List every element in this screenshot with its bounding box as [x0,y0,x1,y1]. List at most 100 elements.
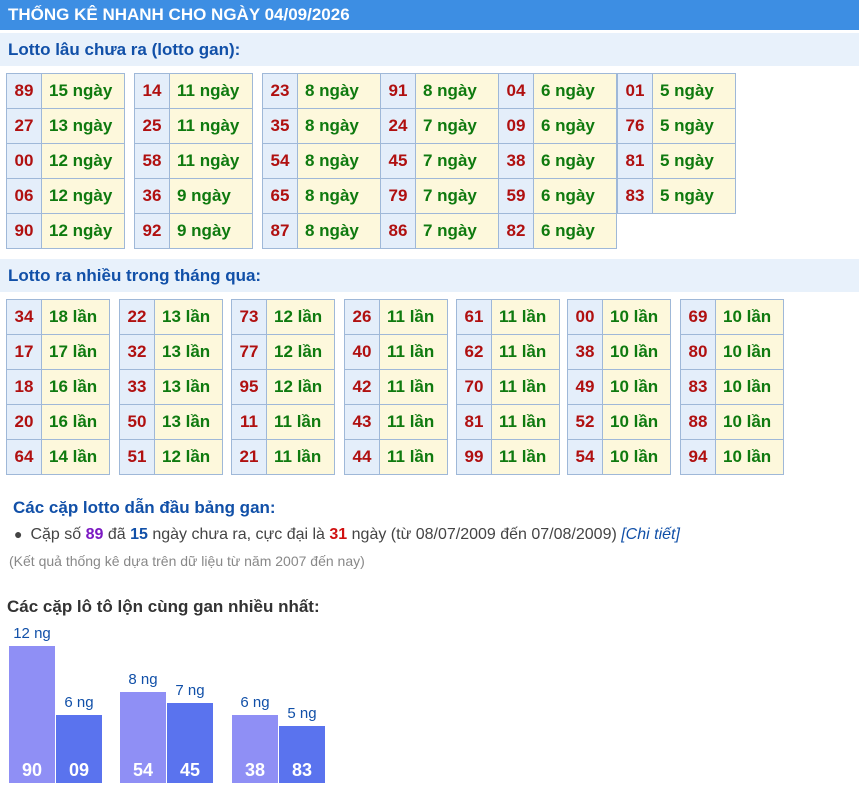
lotto-number: 69 [680,299,716,335]
lotto-count: 5 ngày [652,143,736,179]
table-row: 59 6 ngày [498,178,617,214]
lotto-count: 11 lần [379,299,448,335]
lotto-count: 6 ngày [533,73,617,109]
lotto-count: 18 lần [41,299,110,335]
table-row: 20 16 lần [6,404,110,440]
lotto-number: 00 [6,143,42,179]
lotto-number: 61 [456,299,492,335]
bar-label: 90 [21,760,43,780]
lotto-count: 10 lần [715,404,784,440]
lotto-number: 27 [6,108,42,144]
lotto-count: 10 lần [715,334,784,370]
lotto-number: 76 [617,108,653,144]
table-row: 24 7 ngày [380,108,499,144]
lotto-count: 14 lần [41,439,110,475]
lotto-number: 81 [617,143,653,179]
gan-table: 01 5 ngày 76 5 ngày 81 5 ngày 83 5 ngày [617,73,736,214]
lotto-count: 11 lần [491,369,560,405]
lotto-count: 12 ngày [41,213,125,249]
table-row: 92 9 ngày [134,213,253,249]
lotto-count: 11 lần [491,439,560,475]
lotto-number: 82 [498,213,534,249]
lotto-number: 36 [134,178,170,214]
table-row: 06 12 ngày [6,178,125,214]
table-row: 83 5 ngày [617,178,736,214]
leader-text-2: đã [103,526,131,543]
lotto-count: 7 ngày [415,143,499,179]
lotto-number: 62 [456,334,492,370]
table-row: 89 15 ngày [6,73,125,109]
table-row: 34 18 lần [6,299,110,335]
lotto-number: 09 [498,108,534,144]
bar-label: 83 [291,760,313,780]
lotto-count: 13 lần [154,334,223,370]
freq-table: 69 10 lần 80 10 lần 83 10 lần 88 10 lần 94 10 lần [680,299,784,475]
table-row: 52 10 lần [567,404,671,440]
lotto-number: 40 [344,334,380,370]
lotto-count: 9 ngày [169,178,253,214]
lotto-count: 8 ngày [297,178,381,214]
table-row: 26 11 lần [344,299,448,335]
lotto-number: 06 [6,178,42,214]
lotto-count: 6 ngày [533,178,617,214]
lotto-count: 13 ngày [41,108,125,144]
table-row: 54 8 ngày [262,143,381,179]
chart-bar-45: 45 [167,703,213,783]
lotto-number: 00 [567,299,603,335]
table-row: 80 10 lần [680,334,784,370]
table-row: 18 16 lần [6,369,110,405]
lotto-number: 83 [617,178,653,214]
table-row: 33 13 lần [119,369,223,405]
lotto-number: 54 [567,439,603,475]
lotto-number: 33 [119,369,155,405]
detail-link[interactable]: [Chi tiết] [621,526,680,543]
lotto-count: 8 ngày [297,73,381,109]
page-title: THỐNG KÊ NHANH CHO NGÀY 04/09/2026 [0,0,859,30]
table-row: 50 13 lần [119,404,223,440]
leader-days: 15 [130,526,148,543]
lotto-count: 10 lần [602,334,671,370]
table-row: 32 13 lần [119,334,223,370]
gan-table: 89 15 ngày 27 13 ngày 00 12 ngày 06 12 ngày 90 12… [6,73,125,249]
lotto-number: 25 [134,108,170,144]
table-row: 09 6 ngày [498,108,617,144]
freq-table: 26 11 lần 40 11 lần 42 11 lần 43 11 lần 44 11 lần [344,299,448,475]
bullet-icon: ● [14,526,23,542]
lotto-number: 24 [380,108,416,144]
leader-text-4: ngày (từ 08/07/2009 đến 07/08/2009) [347,526,622,543]
lotto-count: 8 ngày [297,143,381,179]
gan-table: 04 6 ngày 09 6 ngày 38 6 ngày 59 6 ngày 82 6 ngày [498,73,617,249]
lotto-number: 11 [231,404,267,440]
lotto-count: 11 ngày [169,143,253,179]
chart-bar-90: 90 [9,646,55,783]
lotto-number: 80 [680,334,716,370]
gan-table: 23 8 ngày 35 8 ngày 54 8 ngày 65 8 ngày 87 8 ngày [262,73,381,249]
table-row: 27 13 ngày [6,108,125,144]
table-row: 64 14 lần [6,439,110,475]
lotto-count: 5 ngày [652,108,736,144]
lotto-number: 79 [380,178,416,214]
lotto-count: 11 lần [491,299,560,335]
table-row: 17 17 lần [6,334,110,370]
table-row: 01 5 ngày [617,73,736,109]
table-row: 04 6 ngày [498,73,617,109]
lotto-count: 10 lần [715,439,784,475]
lotto-number: 26 [344,299,380,335]
lotto-count: 11 lần [491,404,560,440]
table-row: 99 11 lần [456,439,560,475]
table-row: 86 7 ngày [380,213,499,249]
table-row: 95 12 lần [231,369,335,405]
table-row: 69 10 lần [680,299,784,335]
lotto-count: 13 lần [154,369,223,405]
lotto-number: 38 [567,334,603,370]
data-note: (Kết quả thống kê dựa trên dữ liệu từ nă… [9,553,365,569]
lotto-number: 58 [134,143,170,179]
table-row: 40 11 lần [344,334,448,370]
gan-table: 14 11 ngày 25 11 ngày 58 11 ngày 36 9 ngày 92 9 n… [134,73,253,249]
lotto-count: 13 lần [154,299,223,335]
lotto-count: 12 lần [154,439,223,475]
lotto-count: 17 lần [41,334,110,370]
table-row: 83 10 lần [680,369,784,405]
table-row: 58 11 ngày [134,143,253,179]
bar-label: 54 [132,760,154,780]
